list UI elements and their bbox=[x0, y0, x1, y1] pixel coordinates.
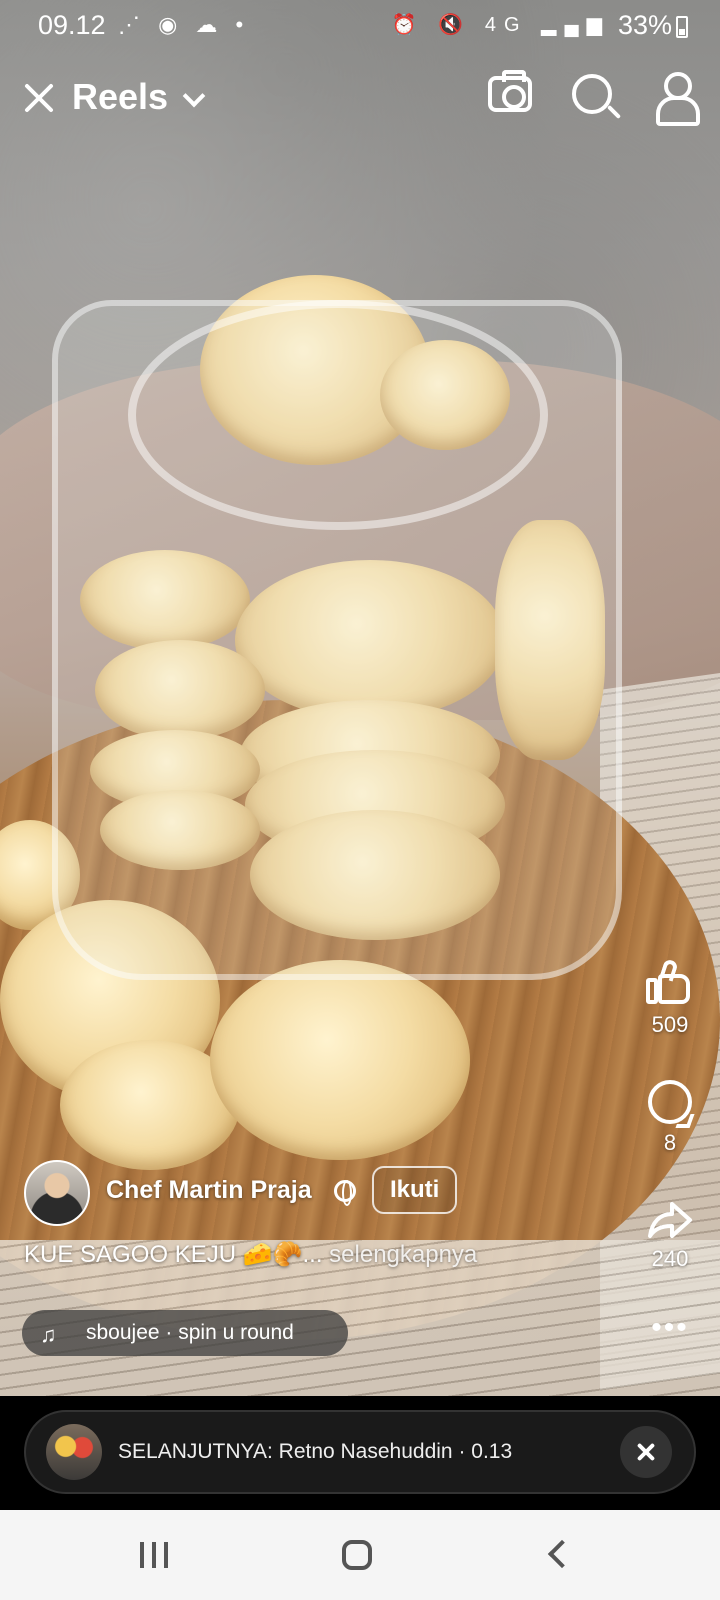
battery-icon bbox=[676, 16, 688, 38]
comment-button[interactable]: 8 bbox=[620, 1080, 720, 1156]
recent-apps-icon[interactable] bbox=[140, 1542, 168, 1568]
up-next-thumbnail bbox=[46, 1424, 102, 1480]
cookie bbox=[210, 960, 470, 1160]
thumbs-up-icon[interactable] bbox=[646, 958, 694, 1006]
up-next-text: SELANJUTNYA: Retno Nasehuddin · 0.13 bbox=[118, 1440, 513, 1463]
follow-button[interactable]: Ikuti bbox=[372, 1166, 458, 1214]
home-icon[interactable] bbox=[342, 1540, 372, 1570]
share-button[interactable]: 240 bbox=[620, 1200, 720, 1272]
back-icon[interactable] bbox=[547, 1539, 577, 1569]
music-pill[interactable]: ♫ sboujee · spin u round bbox=[22, 1310, 348, 1356]
reel-actions: 509 8 240 ••• bbox=[620, 958, 720, 1380]
reels-header: Reels bbox=[0, 64, 720, 140]
status-notification-icons: ⋰ ◉ ☁ • bbox=[118, 12, 250, 37]
close-icon[interactable] bbox=[18, 78, 58, 118]
music-note-icon: ♫ bbox=[40, 1322, 57, 1347]
comment-icon[interactable] bbox=[648, 1080, 692, 1124]
chevron-down-icon[interactable] bbox=[182, 84, 206, 108]
navigation-bar bbox=[0, 1510, 720, 1600]
more-options-button[interactable]: ••• bbox=[620, 1313, 720, 1343]
share-icon[interactable] bbox=[646, 1200, 694, 1240]
page-title[interactable]: Reels bbox=[72, 76, 168, 118]
like-count: 509 bbox=[651, 1012, 689, 1037]
music-title: sboujee · spin u round bbox=[86, 1321, 294, 1344]
caption-more-link[interactable]: selengkapnya bbox=[323, 1241, 477, 1268]
comment-count: 8 bbox=[663, 1130, 677, 1155]
camera-icon[interactable] bbox=[488, 70, 532, 112]
reel-caption[interactable]: KUE SAGOO KEJU 🧀🥐... selengkapnya bbox=[24, 1240, 477, 1269]
author-name[interactable]: Chef Martin Praja bbox=[106, 1176, 312, 1205]
glass-jar-rim bbox=[128, 300, 548, 530]
avatar[interactable] bbox=[24, 1160, 90, 1226]
more-icon[interactable]: ••• bbox=[651, 1311, 689, 1344]
search-icon[interactable] bbox=[572, 74, 612, 114]
globe-icon bbox=[334, 1180, 356, 1206]
profile-icon[interactable] bbox=[656, 72, 700, 126]
close-icon[interactable] bbox=[620, 1426, 672, 1478]
status-system-icons: ⏰ 🔇 4G ▂▄▆ bbox=[391, 14, 610, 36]
up-next-bar[interactable]: SELANJUTNYA: Retno Nasehuddin · 0.13 bbox=[24, 1410, 696, 1494]
share-count: 240 bbox=[651, 1246, 689, 1271]
like-button[interactable]: 509 bbox=[620, 958, 720, 1038]
status-time: 09.12 bbox=[38, 10, 106, 40]
caption-text: KUE SAGOO KEJU 🧀🥐... bbox=[24, 1241, 323, 1268]
up-next-area: SELANJUTNYA: Retno Nasehuddin · 0.13 bbox=[0, 1396, 720, 1510]
battery-percent: 33% bbox=[617, 10, 672, 40]
status-bar: 09.12 ⋰ ◉ ☁ • ⏰ 🔇 4G ▂▄▆ 33% bbox=[0, 0, 720, 52]
